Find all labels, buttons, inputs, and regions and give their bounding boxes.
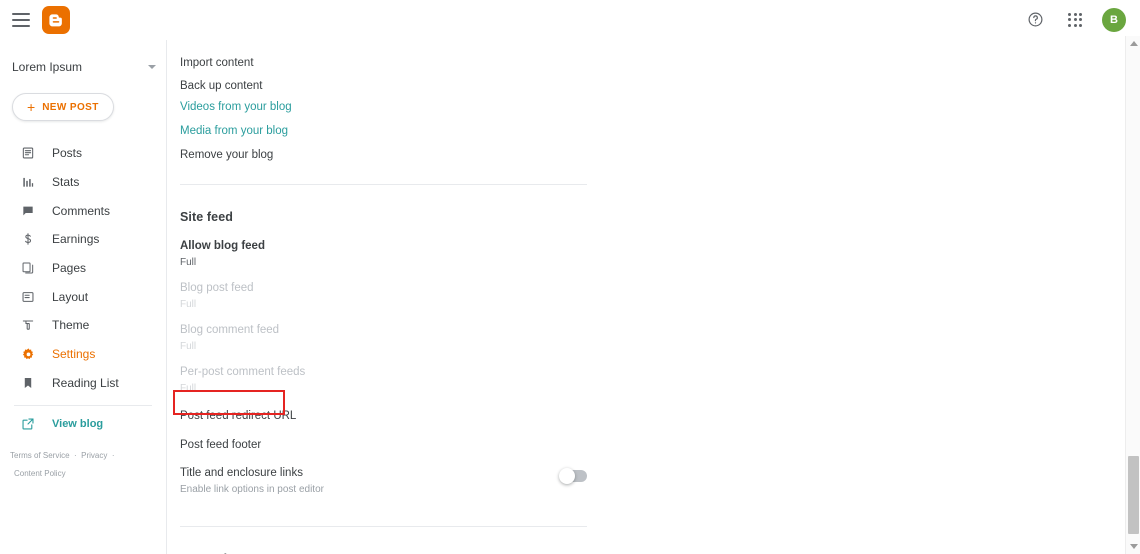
sidebar-item-label: Earnings — [52, 232, 100, 247]
main-content: Import content Back up content Videos fr… — [167, 40, 1122, 554]
setting-label: Blog post feed — [180, 282, 254, 295]
setting-label: Blog comment feed — [180, 324, 280, 337]
article-icon — [20, 145, 36, 161]
setting-value: Full — [180, 341, 197, 353]
setting-title-and-enclosure-links[interactable]: Title and enclosure links Enable link op… — [180, 466, 587, 497]
legal-links: Terms of Service · Privacy · Content Pol… — [10, 446, 166, 482]
pages-icon — [20, 260, 36, 276]
sidebar-item-label: Settings — [52, 347, 96, 362]
toggle-knob — [559, 467, 575, 484]
top-bar-actions: B — [1022, 7, 1126, 33]
privacy-link[interactable]: Privacy — [81, 451, 107, 460]
setting-value: Full — [180, 383, 197, 395]
sidebar-item-comments[interactable]: Comments — [0, 196, 166, 225]
videos-from-blog-row[interactable]: Videos from your blog — [180, 100, 1122, 119]
apps-grid-icon[interactable] — [1062, 7, 1088, 33]
scroll-up-button[interactable] — [1126, 36, 1140, 51]
hamburger-icon[interactable] — [12, 12, 30, 27]
sidebar-item-label: Theme — [52, 318, 90, 333]
sidebar-item-label: Reading List — [52, 375, 119, 390]
sidebar: Lorem Ipsum + NEW POST Posts Stats Comme… — [0, 40, 167, 554]
setting-blog-comment-feed: Blog comment feed Full — [180, 323, 587, 354]
scroll-down-button[interactable] — [1126, 539, 1140, 554]
blogger-logo-icon[interactable] — [42, 5, 70, 34]
setting-label: Allow blog feed — [180, 240, 265, 253]
remove-blog-label: Remove your blog — [180, 149, 274, 162]
help-icon[interactable] — [1022, 7, 1048, 33]
chevron-up-icon — [1129, 41, 1138, 46]
setting-post-feed-redirect-url[interactable]: Post feed redirect URL — [180, 409, 587, 424]
blog-selector[interactable]: Lorem Ipsum — [0, 51, 166, 83]
content-policy-link[interactable]: Content Policy — [14, 469, 66, 478]
setting-label: Post feed footer — [180, 438, 262, 451]
sidebar-nav: Posts Stats Comments Earnings Pages Layo… — [0, 139, 166, 397]
section-divider — [180, 184, 587, 186]
sidebar-divider — [14, 405, 152, 407]
setting-value: Full — [180, 257, 197, 269]
media-from-blog-label: Media from your blog — [180, 124, 289, 137]
sidebar-item-label: Layout — [52, 289, 89, 304]
bookmark-icon — [20, 375, 36, 391]
setting-value: Full — [180, 299, 197, 311]
sidebar-item-label: Comments — [52, 203, 111, 218]
sidebar-item-settings[interactable]: Settings — [0, 340, 166, 369]
legal-separator: · — [111, 451, 115, 461]
view-blog-link[interactable]: View blog — [0, 411, 166, 437]
sidebar-item-label: Pages — [52, 261, 87, 276]
sidebar-item-theme[interactable]: Theme — [0, 311, 166, 340]
dollar-icon — [20, 231, 36, 247]
media-from-blog-row[interactable]: Media from your blog — [180, 124, 1122, 143]
sidebar-item-posts[interactable]: Posts — [0, 139, 166, 168]
setting-allow-blog-feed[interactable]: Allow blog feed Full — [180, 239, 587, 270]
view-blog-label: View blog — [52, 418, 104, 431]
sidebar-item-pages[interactable]: Pages — [0, 254, 166, 283]
setting-label: Title and enclosure links — [180, 466, 303, 479]
top-bar: B — [0, 0, 1140, 40]
sidebar-item-stats[interactable]: Stats — [0, 168, 166, 197]
blog-name: Lorem Ipsum — [12, 60, 83, 74]
back-up-content-label: Back up content — [180, 80, 263, 93]
new-post-button[interactable]: + NEW POST — [12, 93, 114, 121]
scrollbar-thumb[interactable] — [1128, 456, 1139, 534]
sidebar-item-layout[interactable]: Layout — [0, 282, 166, 311]
remove-blog-row[interactable]: Remove your blog — [180, 148, 1122, 167]
sidebar-item-label: Posts — [52, 146, 83, 161]
setting-post-feed-footer[interactable]: Post feed footer — [180, 438, 587, 453]
sidebar-item-reading-list[interactable]: Reading List — [0, 369, 166, 398]
comment-icon — [20, 203, 36, 219]
chevron-down-icon — [1129, 544, 1138, 549]
setting-per-post-comment-feeds: Per-post comment feeds Full — [180, 365, 587, 396]
avatar[interactable]: B — [1102, 7, 1126, 32]
import-content-row[interactable]: Import content — [180, 56, 1122, 75]
section-divider — [180, 525, 587, 527]
gear-icon — [20, 346, 36, 362]
chevron-down-icon — [148, 65, 156, 69]
videos-from-blog-label: Videos from your blog — [180, 101, 292, 114]
setting-label: Post feed redirect URL — [180, 410, 297, 423]
sidebar-item-label: Stats — [52, 175, 80, 190]
vertical-scrollbar[interactable] — [1125, 36, 1140, 554]
back-up-content-row[interactable]: Back up content — [180, 79, 1122, 98]
site-feed-heading: Site feed — [180, 210, 233, 225]
setting-blog-post-feed: Blog post feed Full — [180, 281, 587, 312]
new-post-label: NEW POST — [42, 101, 99, 113]
import-content-label: Import content — [180, 57, 254, 69]
paint-roller-icon — [20, 317, 36, 333]
bar-chart-icon — [20, 174, 36, 190]
title-enclosure-links-toggle[interactable] — [559, 467, 587, 484]
legal-separator: · — [74, 451, 77, 461]
terms-of-service-link[interactable]: Terms of Service — [10, 451, 70, 460]
sidebar-item-earnings[interactable]: Earnings — [0, 225, 166, 254]
plus-icon: + — [27, 99, 36, 115]
external-link-icon — [20, 416, 36, 432]
setting-description: Enable link options in post editor — [180, 483, 324, 495]
setting-label: Per-post comment feeds — [180, 366, 306, 379]
layout-icon — [20, 289, 36, 305]
blogger-settings-page: B Lorem Ipsum + NEW POST Posts Stats Com… — [0, 0, 1140, 554]
